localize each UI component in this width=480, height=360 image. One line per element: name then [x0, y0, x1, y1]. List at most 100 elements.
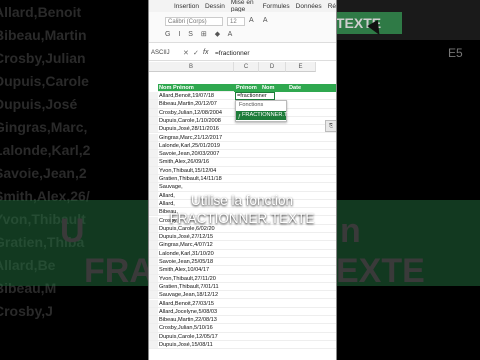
table-row: Gratien,Thibault,7/01/11 [149, 282, 336, 292]
header-date: Date [289, 85, 302, 91]
row-number[interactable] [149, 116, 158, 125]
row-number[interactable] [149, 341, 158, 349]
cell-nom-prenom[interactable]: Smith,Alex,10/04/17 [159, 266, 209, 274]
row-number[interactable] [149, 224, 158, 233]
cell-nom-prenom[interactable]: Yvon,Thibault,27/11/20 [159, 275, 216, 283]
autocomplete-item-fractionner-texte[interactable]: ƒ FRACTIONNER.TEXTE [236, 111, 302, 120]
row-number[interactable] [149, 241, 158, 249]
row-number[interactable] [149, 133, 158, 141]
font-select[interactable]: Calibri (Corps) [165, 17, 223, 26]
menu-formules[interactable]: Formules [263, 3, 290, 10]
row-number[interactable] [149, 100, 158, 108]
row-number[interactable] [149, 282, 158, 291]
autocomplete-heading: Fonctions [239, 102, 264, 108]
bg-big-bottom-right: EXTE [336, 252, 425, 290]
table-row: Savoie,Jean,25/05/18 [149, 258, 336, 267]
bg-name: Allard,Benoit [0, 4, 82, 20]
row-number[interactable] [149, 307, 158, 316]
table-row: Bibeau,Martin,22/08/13 [149, 316, 336, 325]
row-number[interactable] [149, 216, 158, 224]
confirm-icon[interactable]: ✓ [193, 49, 199, 57]
paste-options-icon[interactable]: ⎘ [325, 120, 336, 132]
row-number[interactable] [149, 299, 158, 307]
cell-nom-prenom[interactable]: Gingras,Marc,4/07/12 [159, 241, 213, 249]
cell-nom-prenom[interactable]: Bibeau,Martin,20/12/07 [159, 100, 217, 108]
ribbon: Calibri (Corps) 12 A A G I S ⊞ ◆ A [149, 12, 336, 43]
table-row: Lalonde,Karl,31/10/20 [149, 249, 336, 258]
cell-nom-prenom[interactable]: Sauvage, [159, 183, 183, 191]
menu-bar: Insertion Dessin Mise en page Formules D… [149, 0, 336, 13]
cell-nom-prenom[interactable]: Lalonde,Karl,25/01/2019 [159, 142, 220, 150]
row-number[interactable] [149, 158, 158, 166]
bg-name: Lalonde,Karl,2 [0, 142, 91, 158]
cell-nom-prenom[interactable]: Gingras,Marc,21/12/2017 [159, 134, 222, 142]
table-row: Dupuis,José,28/11/2016 [149, 125, 336, 134]
excel-window: Insertion Dessin Mise en page Formules D… [148, 0, 337, 360]
editing-cell[interactable]: =fractionner [235, 92, 275, 100]
row-number[interactable] [149, 108, 158, 116]
cell-nom-prenom[interactable]: Allard,Benoit,27/03/15 [159, 300, 214, 308]
table-row: Savoie,Jean,20/03/2007 [149, 150, 336, 159]
bg-name: Crosby,J [0, 303, 53, 319]
row-number[interactable] [149, 249, 158, 257]
cell-nom-prenom[interactable]: Dupuis,Carole,12/05/17 [159, 333, 218, 341]
menu-dessin[interactable]: Dessin [205, 3, 225, 10]
menu-review[interactable]: Ré [328, 3, 336, 10]
function-icon[interactable]: fx [203, 49, 208, 56]
column-d-header[interactable]: D [259, 62, 286, 72]
row-number[interactable] [149, 141, 158, 150]
cell-nom-prenom[interactable]: Dupuis,José,15/08/11 [159, 341, 213, 349]
column-b-header[interactable]: B [149, 62, 234, 72]
bg-name: Bibeau,Martin [0, 27, 87, 43]
cell-nom-prenom[interactable]: Smith,Alex,26/09/16 [159, 158, 209, 166]
row-number[interactable] [149, 183, 158, 191]
cell-nom-prenom[interactable]: Yvon,Thibault,15/12/04 [159, 167, 216, 175]
bg-cell-ref: E5 [448, 46, 463, 60]
row-number[interactable] [149, 258, 158, 266]
row-number[interactable] [149, 233, 158, 241]
row-number[interactable] [149, 208, 158, 216]
cancel-icon[interactable]: ✕ [183, 49, 189, 57]
row-number[interactable] [149, 175, 158, 183]
cell-nom-prenom[interactable]: Allard,Benoit,19/07/18 [159, 92, 214, 100]
bg-name: Savoie,Jean,2 [0, 165, 87, 181]
column-e-header[interactable]: E [286, 62, 316, 72]
cell-nom-prenom[interactable]: Allard,Jocelyne,5/08/03 [159, 308, 217, 316]
cell-nom-prenom[interactable]: Gratien,Thibault,14/11/18 [159, 175, 222, 183]
row-number[interactable] [149, 316, 158, 324]
font-grow-icon[interactable]: A A [249, 17, 272, 24]
font-size-select[interactable]: 12 [227, 17, 245, 26]
cell-nom-prenom[interactable]: Savoie,Jean,25/05/18 [159, 258, 213, 266]
cell-nom-prenom[interactable]: Lalonde,Karl,31/10/20 [159, 250, 214, 258]
row-number[interactable] [149, 150, 158, 158]
formula-input[interactable]: =fractionner [215, 50, 250, 57]
row-number[interactable] [149, 166, 158, 174]
cell-nom-prenom[interactable]: Crosby,Julian,12/08/2004 [159, 109, 222, 117]
format-buttons-icon[interactable]: G I S ⊞ ◆ A [165, 30, 235, 38]
row-number[interactable] [149, 332, 158, 340]
row-number[interactable] [149, 199, 158, 208]
menu-donnees[interactable]: Données [296, 3, 322, 10]
table-row: Sauvage, [149, 183, 336, 192]
cell-nom-prenom[interactable]: Gratien,Thibault,7/01/11 [159, 283, 219, 291]
cell-nom-prenom[interactable]: Dupuis,José,27/12/15 [159, 233, 213, 241]
column-c-header[interactable]: C [234, 62, 259, 72]
cell-nom-prenom[interactable]: Sauvage,Jean,18/12/12 [159, 291, 218, 299]
row-number[interactable] [149, 191, 158, 199]
cell-nom-prenom[interactable]: Crosby,Julian,5/10/16 [159, 324, 213, 332]
cell-nom-prenom[interactable]: Bibeau,Martin,22/08/13 [159, 316, 217, 324]
row-number[interactable] [149, 92, 158, 100]
table-row: Dupuis,José,15/08/11 [149, 341, 336, 350]
menu-insertion[interactable]: Insertion [174, 3, 199, 10]
name-box[interactable]: ASCIIJ [151, 49, 175, 58]
row-number[interactable] [149, 266, 158, 274]
cell-nom-prenom[interactable]: Dupuis,Carole,1/10/2008 [159, 117, 221, 125]
row-number[interactable] [149, 291, 158, 299]
row-number[interactable] [149, 324, 158, 332]
cell-nom-prenom[interactable]: Dupuis,José,28/11/2016 [159, 125, 219, 133]
cell-nom-prenom[interactable]: Savoie,Jean,20/03/2007 [159, 150, 219, 158]
table-row: Gingras,Marc,21/12/2017 [149, 133, 336, 142]
row-number[interactable] [149, 125, 158, 133]
table-row: Smith,Alex,10/04/17 [149, 266, 336, 275]
row-number[interactable] [149, 274, 158, 282]
